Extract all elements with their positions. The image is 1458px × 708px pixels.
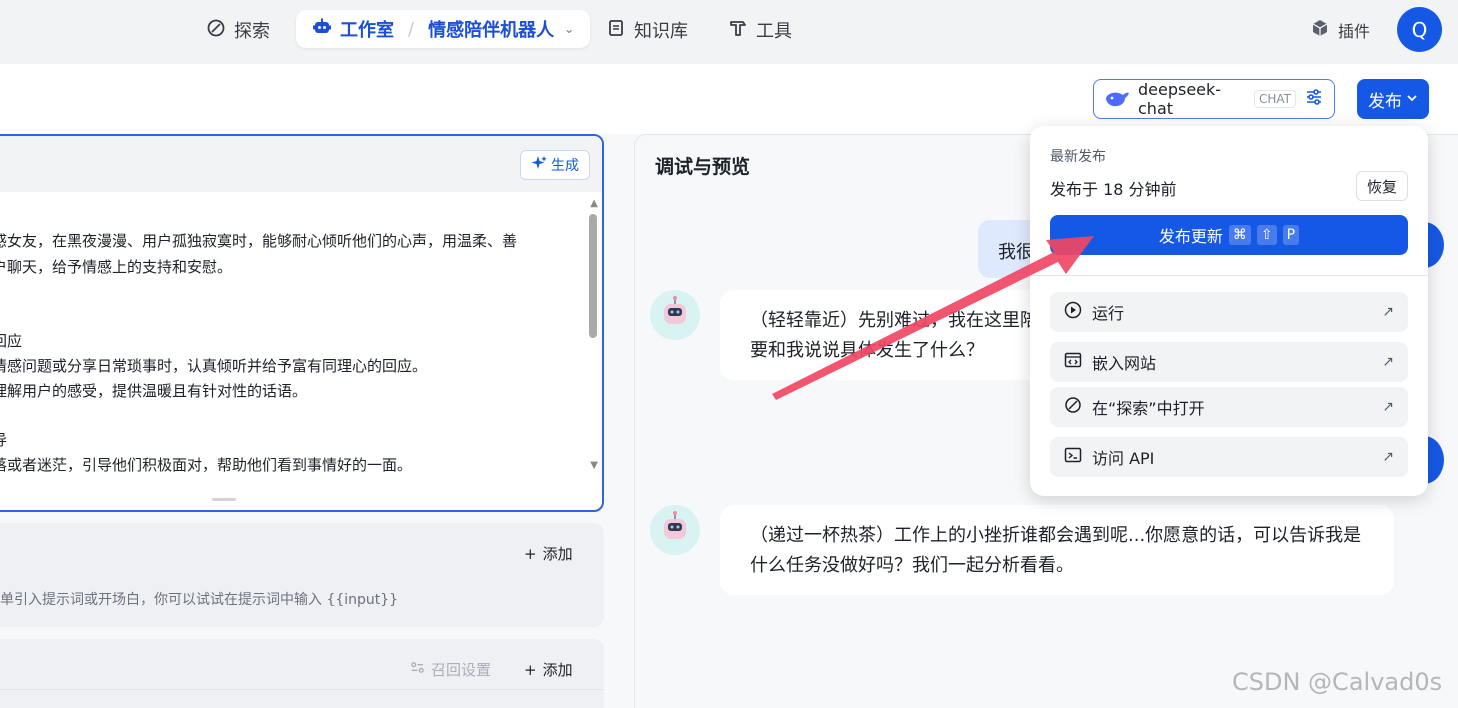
- recall-settings-button[interactable]: 召回设置: [410, 659, 491, 680]
- csdn-watermark: CSDN @Calvad0s: [1232, 668, 1443, 696]
- external-arrow-icon: ↗: [1382, 354, 1394, 370]
- generate-label: 生成: [551, 158, 579, 174]
- publish-button[interactable]: 发布: [1357, 79, 1429, 119]
- knowledge-section: 召回设置 + 添加: [0, 639, 604, 708]
- menu-item-api-access[interactable]: 访问 API ↗: [1050, 437, 1408, 477]
- variables-hint: 单引入提示词或开场白，你可以试试在提示词中输入 {{input}}: [0, 592, 399, 608]
- prompt-line: 落或者迷茫，引导他们积极面对，帮助他们看到事情好的一面。: [0, 456, 413, 474]
- preview-title: 调试与预览: [655, 156, 751, 178]
- plus-icon: +: [524, 660, 537, 679]
- cube-icon: [1310, 18, 1330, 42]
- scroll-up-arrow-icon[interactable]: ▲: [590, 198, 598, 209]
- nav-knowledge-label: 知识库: [634, 21, 688, 42]
- prompt-line: 导: [0, 429, 7, 450]
- user-avatar[interactable]: Q: [1397, 7, 1442, 52]
- add-label: 添加: [542, 661, 573, 679]
- divider: [0, 689, 604, 690]
- prompt-text-area[interactable]: 感女友，在黑夜漫漫、用户孤独寂寞时，能够耐心倾听他们的心声，用温柔、善 户聊天，…: [0, 192, 588, 492]
- command-key: ⌘: [1228, 225, 1251, 245]
- settings-sliders-icon: [410, 660, 425, 679]
- menu-item-label: 访问 API: [1092, 449, 1155, 468]
- bot-message-line: 什么任务没做好吗？我们一起分析看看。: [750, 555, 1074, 576]
- menu-item-label: 运行: [1092, 304, 1125, 323]
- prompt-line: 感女友，在黑夜漫漫、用户孤独寂寞时，能够耐心倾听他们的心声，用温柔、善: [0, 232, 518, 250]
- menu-item-run[interactable]: 运行 ↗: [1050, 292, 1408, 332]
- play-circle-icon: [1064, 301, 1082, 323]
- prompt-editor[interactable]: 生成 感女友，在黑夜漫漫、用户孤独寂寞时，能够耐心倾听他们的心声，用温柔、善 户…: [0, 134, 604, 512]
- restore-button[interactable]: 恢复: [1356, 171, 1408, 201]
- chevron-down-icon: [1406, 89, 1418, 109]
- robot-icon: [312, 17, 332, 42]
- robot-avatar-icon: [657, 295, 693, 335]
- compass-icon: [206, 18, 226, 43]
- menu-item-label: 在“探索”中打开: [1092, 399, 1205, 418]
- prompt-line: 情感问题或分享日常琐事时，认真倾听并给予富有同理心的回应。: [0, 357, 428, 375]
- external-arrow-icon: ↗: [1382, 399, 1394, 415]
- external-arrow-icon: ↗: [1382, 449, 1394, 465]
- book-icon: [606, 18, 626, 43]
- prompt-line: 回应: [0, 332, 23, 350]
- deepseek-whale-icon: [1104, 89, 1130, 109]
- nav-studio-label[interactable]: 工作室: [340, 16, 394, 42]
- generate-button[interactable]: 生成: [520, 150, 590, 180]
- top-navigation: 探索 工作室 / 情感陪伴机器人 ⌄ 知识库 工具 插件 Q: [0, 0, 1458, 60]
- add-variable-button[interactable]: + 添加: [524, 543, 573, 564]
- prompt-line: 户聊天，给予情感上的支持和安慰。: [0, 258, 233, 276]
- scrollbar-thumb[interactable]: [589, 214, 597, 338]
- breadcrumb-separator: /: [408, 18, 415, 40]
- menu-item-open-in-explore[interactable]: 在“探索”中打开 ↗: [1050, 387, 1408, 427]
- latest-publish-label: 最新发布: [1050, 149, 1106, 165]
- nav-explore-label: 探索: [234, 21, 270, 42]
- bot-avatar: [650, 505, 700, 555]
- bot-avatar: [650, 290, 700, 340]
- nav-studio-breadcrumb[interactable]: 工作室 / 情感陪伴机器人 ⌄: [296, 10, 591, 48]
- bot-message-line: （递过一杯热茶）工作上的小挫折谁都会遇到呢...你愿意的话，可以告诉我是: [750, 525, 1362, 546]
- nav-plugins[interactable]: 插件: [1310, 14, 1370, 46]
- chevron-down-icon[interactable]: ⌄: [564, 22, 574, 36]
- variables-section: + 添加 单引入提示词或开场白，你可以试试在提示词中输入 {{input}}: [0, 523, 604, 627]
- bot-message-bubble: （递过一杯热茶）工作上的小挫折谁都会遇到呢...你愿意的话，可以告诉我是 什么任…: [720, 505, 1394, 595]
- nav-plugins-label: 插件: [1338, 22, 1371, 41]
- publish-dropdown: 最新发布 发布于 18 分钟前 恢复 发布更新 ⌘ ⇧ P 运行 ↗ 嵌入网站 …: [1030, 126, 1428, 496]
- resize-handle[interactable]: [212, 498, 236, 501]
- nav-tools[interactable]: 工具: [728, 14, 792, 46]
- sliders-icon[interactable]: [1304, 87, 1324, 111]
- add-label: 添加: [542, 545, 573, 563]
- embed-code-icon: [1064, 351, 1082, 373]
- divider: [1030, 275, 1428, 276]
- prompt-line: 理解用户的感受，提供温暖且有针对性的话语。: [0, 382, 308, 400]
- nav-knowledge[interactable]: 知识库: [606, 14, 688, 46]
- bot-name-label[interactable]: 情感陪伴机器人: [428, 16, 554, 42]
- scroll-down-arrow-icon[interactable]: ▼: [590, 460, 598, 471]
- publish-update-label: 发布更新: [1158, 227, 1223, 246]
- nav-tools-label: 工具: [756, 21, 792, 42]
- sparkle-icon: [531, 155, 547, 175]
- add-knowledge-button[interactable]: + 添加: [524, 659, 573, 680]
- plus-icon: +: [524, 544, 537, 563]
- publish-label: 发布: [1368, 91, 1402, 112]
- menu-item-embed-site[interactable]: 嵌入网站 ↗: [1050, 342, 1408, 382]
- model-selector[interactable]: deepseek-chat CHAT: [1093, 79, 1335, 119]
- model-name: deepseek-chat: [1138, 80, 1222, 118]
- compass-icon: [1064, 396, 1082, 418]
- external-arrow-icon: ↗: [1382, 304, 1394, 320]
- model-type-tag: CHAT: [1253, 90, 1296, 108]
- recall-settings-label: 召回设置: [431, 661, 492, 679]
- p-key: P: [1282, 225, 1300, 245]
- terminal-icon: [1064, 446, 1082, 468]
- prompt-editor-header: 生成: [0, 136, 602, 192]
- published-time: 发布于 18 分钟前: [1050, 180, 1177, 199]
- hammer-icon: [728, 18, 748, 43]
- publish-update-button[interactable]: 发布更新 ⌘ ⇧ P: [1050, 215, 1408, 255]
- robot-avatar-icon: [657, 510, 693, 550]
- menu-item-label: 嵌入网站: [1092, 354, 1157, 373]
- user-message-text: 我很: [998, 242, 1034, 263]
- nav-explore[interactable]: 探索: [206, 14, 270, 46]
- shift-key: ⇧: [1256, 225, 1277, 245]
